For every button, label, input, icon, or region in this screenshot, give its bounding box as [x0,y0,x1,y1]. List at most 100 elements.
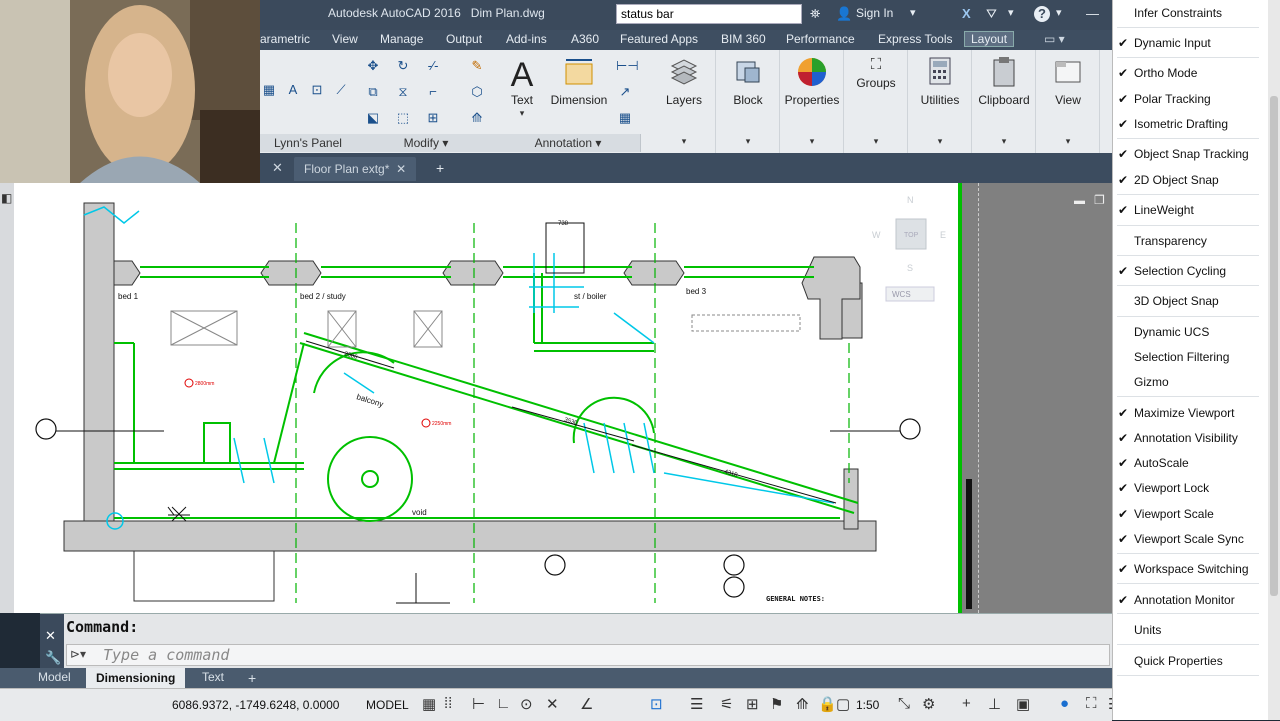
hardware-icon[interactable]: ▣ [1016,695,1030,713]
tab-parametric[interactable]: arametric [260,32,310,46]
fillet-icon[interactable]: ⌐ [424,84,442,100]
menu-scrollbar[interactable] [1268,0,1280,720]
tool-icon[interactable]: ⊡ [308,82,326,98]
mirror-icon[interactable]: ⧖ [394,84,412,100]
osnap-tracking-icon[interactable]: ∠ [580,695,593,713]
menu-item-3d-object-snap[interactable]: 3D Object Snap [1113,290,1261,312]
menu-item-lineweight[interactable]: ✔ LineWeight [1113,199,1261,221]
block-button[interactable]: Block ▾ [717,50,780,154]
stretch-icon[interactable]: ⬕ [364,110,382,126]
tab-a360[interactable]: A360 [571,32,599,46]
isodraft-icon[interactable]: ✕ [546,695,559,713]
isolate-icon[interactable]: ● [1060,695,1069,712]
coordinates-readout[interactable]: 6086.9372, -1749.6248, 0.0000 [172,698,339,712]
menu-item-transparency[interactable]: Transparency [1113,230,1261,252]
a360-icon[interactable]: ⛛ [986,6,997,22]
offset-icon[interactable]: ⟰ [468,110,486,126]
sheet-set-icon[interactable]: ◧ [1,191,12,205]
tab-bim360[interactable]: BIM 360 [721,32,766,46]
clean-screen-icon[interactable]: ⛶ [1086,695,1097,712]
new-tab-button[interactable]: + [436,160,444,176]
close-icon[interactable]: ✕ [272,160,283,176]
tab-layout[interactable]: Layout [964,31,1015,47]
minimize-icon[interactable]: — [1086,6,1099,21]
object-snap-icon[interactable]: ⊡ [650,695,663,713]
wrench-icon[interactable]: 🔧 [45,650,61,666]
chevron-down-icon[interactable]: ▾ [1056,6,1062,19]
command-input[interactable]: ⊳▾ Type a command [66,644,1110,666]
polar-icon[interactable]: ⊙ [520,695,533,713]
wcs-menu[interactable]: WCS [892,290,911,299]
groups-button[interactable]: ⛶ Groups ▾ [845,50,908,154]
panel-label-annotation[interactable]: Annotation ▾ [496,134,641,152]
menu-item-quick-properties[interactable]: Quick Properties [1113,650,1261,672]
minimize-icon[interactable]: ▬ [1074,195,1085,207]
chevron-down-icon[interactable]: ▾ [910,6,916,19]
annotation-scale-icon[interactable]: ⤡ [898,695,910,712]
autoscale-icon[interactable]: ⟰ [796,695,809,713]
menu-item-polar-tracking[interactable]: ✔ Polar Tracking [1113,88,1261,110]
restore-icon[interactable]: ❐ [1094,193,1105,207]
leader-icon[interactable]: ↗ [616,84,634,100]
panel-label-modify[interactable]: Modify ▾ [356,134,497,152]
scrollbar-thumb[interactable] [1270,96,1278,596]
tab-view[interactable]: View [332,32,358,46]
menu-item-autoscale[interactable]: ✔ AutoScale [1113,452,1261,474]
menu-item-gizmo[interactable]: Gizmo [1113,371,1261,393]
copy-icon[interactable]: ⧉ [364,84,382,100]
new-layout-button[interactable]: + [248,670,256,686]
selection-cycling-icon[interactable]: ⚟ [720,695,733,713]
close-icon[interactable]: ✕ [45,628,56,644]
plus-icon[interactable]: + [962,695,971,712]
tab-output[interactable]: Output [446,32,482,46]
menu-item-viewport-scale[interactable]: ✔ Viewport Scale [1113,503,1261,525]
menu-item-object-snap-tracking[interactable]: ✔ Object Snap Tracking [1113,143,1261,165]
menu-item-selection-cycling[interactable]: ✔ Selection Cycling [1113,260,1261,282]
menu-item-viewport-lock[interactable]: ✔ Viewport Lock [1113,477,1261,499]
viewport-lock-icon[interactable]: 🔒 [818,695,837,713]
floor-plan-drawing[interactable]: bed 1 bed 2 / study st / boiler bed 3 ba… [14,183,962,613]
menu-item-units[interactable]: Units [1113,619,1261,641]
snap-icon[interactable]: ⁞⁞ [444,695,452,712]
tab-text[interactable]: Text [202,670,224,684]
clipboard-button[interactable]: Clipboard ▾ [973,50,1036,154]
sign-in-link[interactable]: Sign In [856,6,893,20]
viewcube-south[interactable]: S [907,263,913,273]
viewcube-north[interactable]: N [907,195,914,205]
ribbon-minimize-toggle[interactable]: ▭ ▾ [1044,32,1065,46]
tab-add-ins[interactable]: Add-ins [506,32,547,46]
file-tab[interactable]: Floor Plan extg* ✕ [294,157,417,181]
ortho-icon[interactable]: ∟ [496,695,511,712]
erase-icon[interactable]: ✎ [468,58,486,74]
linear-dim-icon[interactable]: ⊢⊣ [616,58,639,74]
model-space-button[interactable]: MODEL [366,698,409,712]
table-icon[interactable]: ▦ [616,110,634,126]
gear-icon[interactable]: ⚙ [922,695,935,713]
menu-item-selection-filtering[interactable]: Selection Filtering [1113,346,1261,368]
view-button[interactable]: View ▾ [1037,50,1100,154]
user-icon[interactable]: 👤 [836,6,852,22]
viewport-sync-icon[interactable]: ▢ [836,695,850,713]
infer-icon[interactable]: ⊢ [472,695,485,713]
menu-item-workspace-switching[interactable]: ✔ Workspace Switching [1113,558,1261,580]
text-tool-icon[interactable]: A [284,82,302,98]
menu-item-isometric-drafting[interactable]: ✔ Isometric Drafting [1113,113,1261,135]
viewport-scale[interactable]: 1:50 [856,698,879,712]
trim-icon[interactable]: -⁄- [424,58,442,74]
exchange-apps-icon[interactable]: X [962,6,971,21]
maximize-viewport-icon[interactable]: ⊞ [746,695,759,713]
tab-express-tools[interactable]: Express Tools [878,32,952,46]
menu-item-dynamic-input[interactable]: ✔ Dynamic Input [1113,32,1261,54]
binoculars-icon[interactable]: ⛯ [810,6,820,22]
menu-item-maximize-viewport[interactable]: ✔ Maximize Viewport [1113,402,1261,424]
move-icon[interactable]: ✥ [364,58,382,74]
properties-button[interactable]: Properties ▾ [781,50,844,154]
tab-model[interactable]: Model [38,670,71,684]
lineweight-icon[interactable]: ☰ [690,695,703,713]
tab-performance[interactable]: Performance [786,32,855,46]
close-icon[interactable]: ✕ [396,162,406,176]
menu-item-annotation-monitor[interactable]: ✔ Annotation Monitor [1113,589,1261,611]
menu-item-2d-object-snap[interactable]: ✔ 2D Object Snap [1113,169,1261,191]
menu-item-dynamic-ucs[interactable]: Dynamic UCS [1113,321,1261,343]
help-icon[interactable]: ? [1034,6,1050,22]
